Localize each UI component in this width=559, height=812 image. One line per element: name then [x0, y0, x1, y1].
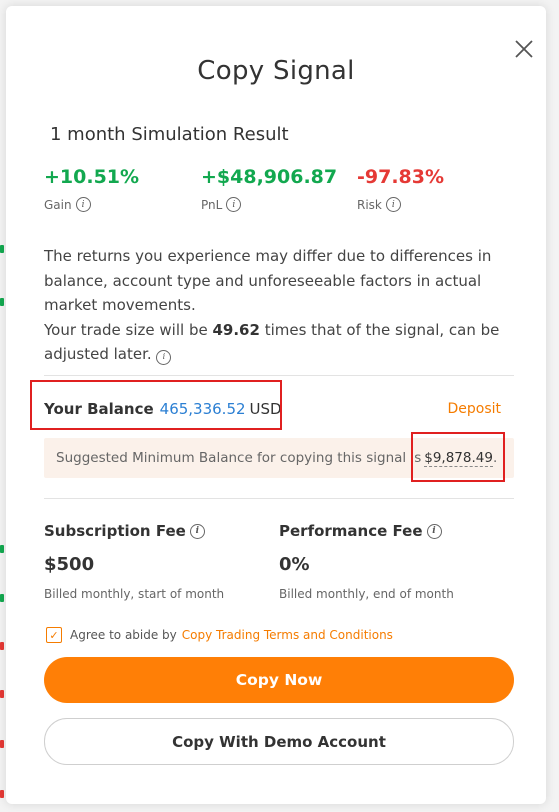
subscription-fee-title: Subscription Fee — [44, 522, 186, 540]
background-tick — [0, 298, 4, 306]
performance-fee: Performance Fee i 0% Billed monthly, end … — [279, 522, 454, 601]
background-tick — [0, 594, 4, 602]
background-tick — [0, 740, 4, 748]
balance-highlight-box — [30, 380, 282, 430]
minimum-balance-text: Suggested Minimum Balance for copying th… — [56, 450, 422, 466]
divider — [44, 498, 514, 499]
background-tick — [0, 642, 4, 650]
check-icon: ✓ — [49, 628, 59, 642]
simulation-heading: 1 month Simulation Result — [50, 124, 289, 145]
trade-size-text: Your trade size will be 49.62 times that… — [44, 320, 500, 365]
deposit-link[interactable]: Deposit — [447, 401, 501, 417]
gain-label: Gain — [44, 197, 72, 212]
agree-text: Agree to abide by — [70, 628, 177, 642]
info-icon[interactable]: i — [385, 197, 401, 212]
divider — [44, 375, 514, 376]
subscription-fee-note: Billed monthly, start of month — [44, 587, 225, 601]
background-tick — [0, 790, 4, 798]
minimum-highlight-box — [411, 432, 505, 482]
info-icon[interactable]: i — [156, 349, 172, 365]
copy-signal-dialog: Copy Signal 1 month Simulation Result +1… — [6, 6, 546, 804]
copy-demo-button[interactable]: Copy With Demo Account — [44, 718, 514, 765]
gain-value: +10.51% — [44, 166, 140, 188]
terms-link[interactable]: Copy Trading Terms and Conditions — [182, 628, 393, 642]
background-tick — [0, 245, 4, 253]
copy-now-button[interactable]: Copy Now — [44, 657, 514, 703]
info-icon[interactable]: i — [226, 197, 242, 212]
performance-fee-value: 0% — [279, 554, 310, 575]
pnl-label: PnL — [201, 197, 223, 212]
pnl-metric: +$48,906.87 PnL i — [201, 166, 337, 212]
info-icon[interactable]: i — [426, 523, 442, 539]
info-icon[interactable]: i — [75, 197, 91, 212]
terms-agreement: ✓ Agree to abide by Copy Trading Terms a… — [46, 627, 393, 643]
info-icon[interactable]: i — [189, 523, 205, 539]
gain-metric: +10.51% Gain i — [44, 166, 139, 212]
risk-label: Risk — [357, 197, 382, 212]
performance-fee-title: Performance Fee — [279, 522, 423, 540]
dialog-title: Copy Signal — [197, 56, 355, 86]
performance-fee-note: Billed monthly, end of month — [279, 587, 454, 601]
risk-value: -97.83% — [357, 166, 445, 188]
background-tick — [0, 690, 4, 698]
risk-metric: -97.83% Risk i — [357, 166, 444, 212]
agree-checkbox[interactable]: ✓ — [46, 627, 62, 643]
disclaimer-text: The returns you experience may differ du… — [44, 247, 492, 314]
subscription-fee-value: $500 — [44, 554, 95, 575]
trade-size-multiplier: 49.62 — [212, 320, 260, 339]
returns-disclaimer: The returns you experience may differ du… — [44, 244, 504, 367]
pnl-value: +$48,906.87 — [201, 166, 338, 188]
background-tick — [0, 545, 4, 553]
subscription-fee: Subscription Fee i $500 Billed monthly, s… — [44, 522, 224, 601]
